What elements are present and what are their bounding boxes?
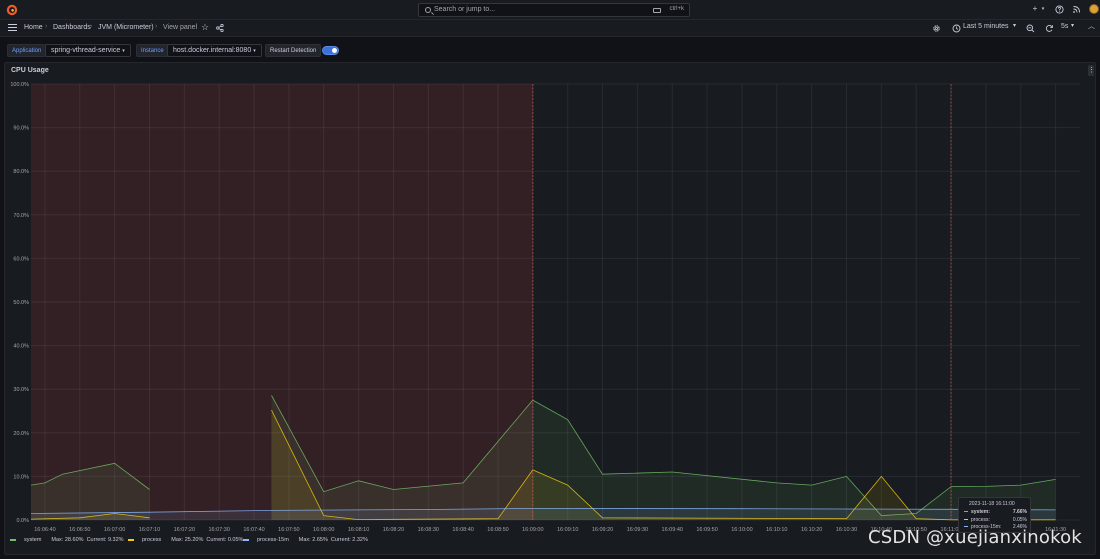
x-tick-label: 16:09:20 xyxy=(592,527,613,533)
x-tick-label: 16:10:10 xyxy=(766,527,787,533)
x-tick-label: 16:07:40 xyxy=(243,527,264,533)
legend-item-process-15m[interactable]: process-15m Max: 2.65% Current: 2.32% xyxy=(243,537,368,543)
x-tick-label: 16:06:50 xyxy=(69,527,90,533)
y-tick-label: 100.0% xyxy=(10,82,29,88)
x-tick-label: 16:08:50 xyxy=(487,527,508,533)
tooltip-swatch xyxy=(964,511,968,512)
tooltip-swatch xyxy=(964,518,968,520)
legend-stats: Max: 28.60% Current: 9.32% xyxy=(51,537,124,543)
x-tick-label: 16:10:30 xyxy=(836,527,857,533)
x-tick-label: 16:09:40 xyxy=(662,527,683,533)
tooltip-row: process: 0.05% xyxy=(964,517,1029,524)
x-tick-label: 16:09:30 xyxy=(627,527,648,533)
tooltip-series-name: system: xyxy=(971,509,990,515)
x-tick-label: 16:07:50 xyxy=(278,527,299,533)
tooltip-series-value: 7.66% xyxy=(1012,509,1027,515)
x-tick-label: 16:09:10 xyxy=(557,527,578,533)
x-tick-label: 16:08:30 xyxy=(418,527,439,533)
y-tick-label: 70.0% xyxy=(13,213,29,219)
y-tick-label: 60.0% xyxy=(13,256,29,262)
x-tick-label: 16:07:20 xyxy=(174,527,195,533)
y-tick-label: 30.0% xyxy=(13,387,29,393)
legend-item-process[interactable]: process Max: 25.20% Current: 0.05% xyxy=(128,537,243,543)
x-tick-label: 16:08:10 xyxy=(348,527,369,533)
tooltip-row: system: 7.66% xyxy=(964,509,1029,516)
y-tick-label: 10.0% xyxy=(13,474,29,480)
legend-stats: Max: 25.20% Current: 0.05% xyxy=(171,537,244,543)
x-tick-label: 16:08:00 xyxy=(313,527,334,533)
x-tick-label: 16:07:30 xyxy=(208,527,229,533)
legend-name: system xyxy=(24,537,42,543)
legend-stats: Max: 2.65% Current: 2.32% xyxy=(298,537,368,543)
y-tick-label: 80.0% xyxy=(13,169,29,175)
tooltip-time: 2023-11-18 16:11:00 xyxy=(969,501,1015,507)
tooltip-series-name: process: xyxy=(971,516,990,523)
x-tick-label: 16:08:20 xyxy=(383,527,404,533)
cpu-usage-chart[interactable]: 0.0% 10.0% 20.0% 30.0% 40.0% 50.0% 60.0% 70.0% 8… xyxy=(0,0,1100,559)
x-tick-label: 16:10:20 xyxy=(801,527,822,533)
legend-swatch xyxy=(128,538,134,541)
y-tick-label: 90.0% xyxy=(13,126,29,132)
legend-item-system[interactable]: system Max: 28.60% Current: 9.32% xyxy=(10,537,124,543)
x-tick-label: 16:07:10 xyxy=(139,527,160,533)
x-tick-label: 16:06:40 xyxy=(34,527,55,533)
legend-name: process-15m xyxy=(257,537,289,543)
legend-name: process xyxy=(142,537,162,543)
y-tick-label: 40.0% xyxy=(13,344,29,350)
x-tick-label: 16:07:00 xyxy=(104,527,125,533)
x-tick-label: 16:09:50 xyxy=(696,527,717,533)
watermark: CSDN @xuejianxinokok xyxy=(868,527,1082,548)
legend-swatch xyxy=(243,538,249,541)
y-tick-label: 50.0% xyxy=(13,300,29,306)
legend-swatch xyxy=(10,538,16,541)
x-tick-label: 16:08:40 xyxy=(452,527,473,533)
y-tick-label: 20.0% xyxy=(13,431,29,437)
x-tick-label: 16:10:00 xyxy=(731,527,752,533)
tooltip-series-value: 0.05% xyxy=(1012,516,1027,523)
y-tick-label: 0.0% xyxy=(16,518,29,524)
x-tick-label: 16:09:00 xyxy=(522,527,543,533)
